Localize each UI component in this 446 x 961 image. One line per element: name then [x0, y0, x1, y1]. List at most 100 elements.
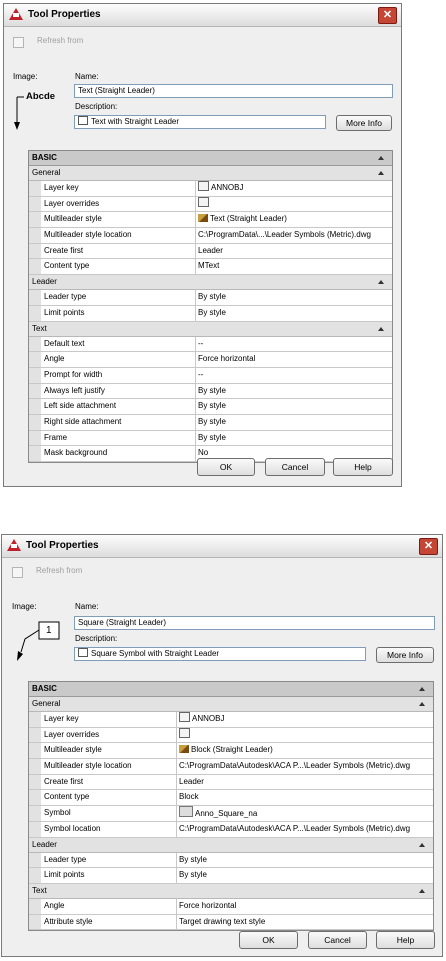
category-label: Text	[32, 323, 47, 333]
category-text[interactable]: Text	[29, 883, 433, 899]
property-value[interactable]: By style	[196, 415, 392, 430]
property-row[interactable]: Prompt for width --	[29, 367, 392, 384]
ok-button[interactable]: OK	[197, 458, 255, 476]
property-row[interactable]: Always left justify By style	[29, 383, 392, 400]
property-value[interactable]: By style	[196, 290, 392, 305]
close-icon[interactable]: ✕	[378, 7, 397, 24]
property-value[interactable]: By style	[177, 853, 433, 868]
property-value[interactable]: By style	[196, 399, 392, 414]
property-value[interactable]: By style	[196, 384, 392, 399]
property-value-text: MText	[198, 261, 220, 271]
property-row[interactable]: Symbol location C:\ProgramData\Autodesk\A…	[29, 821, 433, 838]
refresh-from-checkbox[interactable]	[12, 567, 23, 578]
property-value[interactable]: Anno_Square_na	[177, 806, 433, 821]
category-general[interactable]: General	[29, 166, 392, 181]
ok-button[interactable]: OK	[239, 931, 298, 949]
category-general[interactable]: General	[29, 697, 433, 712]
refresh-from-label: Refresh from	[37, 36, 84, 45]
collapse-icon[interactable]	[419, 702, 425, 706]
property-row[interactable]: Multileader style location C:\ProgramData…	[29, 759, 433, 775]
property-row[interactable]: Leader type By style	[29, 852, 433, 869]
property-row[interactable]: Layer overrides	[29, 727, 433, 744]
description-field[interactable]: Square Symbol with Straight Leader	[74, 647, 366, 661]
property-value[interactable]: Force horizontal	[196, 352, 392, 367]
image-preview[interactable]: Abcde	[12, 86, 68, 134]
property-row[interactable]: Angle Force horizontal	[29, 898, 433, 915]
property-value[interactable]: MText	[196, 259, 392, 274]
property-row[interactable]: Layer key ANNOBJ	[29, 712, 433, 728]
property-row[interactable]: Limit points By style	[29, 305, 392, 322]
property-row[interactable]: Symbol Anno_Square_na	[29, 806, 433, 822]
property-value[interactable]: --	[196, 368, 392, 383]
category-label: Text	[32, 885, 47, 895]
property-value[interactable]: Force horizontal	[177, 899, 433, 914]
close-icon[interactable]: ✕	[419, 538, 438, 555]
property-row[interactable]: Frame By style	[29, 430, 392, 447]
property-value[interactable]	[177, 727, 433, 743]
property-row[interactable]: Content type MText	[29, 259, 392, 276]
property-name: Angle	[41, 898, 177, 914]
collapse-icon[interactable]	[419, 888, 425, 893]
property-value[interactable]: Target drawing text style	[177, 915, 433, 930]
property-value[interactable]	[196, 196, 392, 212]
image-preview[interactable]: 1	[12, 617, 68, 667]
property-value[interactable]: C:\ProgramData\Autodesk\ACA P...\Leader …	[177, 822, 433, 837]
property-row[interactable]: Create first Leader	[29, 774, 433, 791]
block-icon	[179, 806, 193, 818]
property-value[interactable]: C:\ProgramData\...\Leader Symbols (Metri…	[196, 228, 392, 243]
collapse-icon[interactable]	[378, 156, 384, 160]
name-field[interactable]: Text (Straight Leader)	[74, 84, 393, 98]
property-row[interactable]: Leader type By style	[29, 290, 392, 306]
category-leader[interactable]: Leader	[29, 837, 433, 853]
property-row[interactable]: Multileader style Block (Straight Leader)	[29, 743, 433, 760]
property-row[interactable]: Attribute style Target drawing text style	[29, 914, 433, 931]
more-info-button[interactable]: More Info	[336, 115, 392, 131]
refresh-from-checkbox[interactable]	[13, 37, 24, 48]
property-name: Multileader style	[41, 212, 196, 228]
property-name: Layer key	[41, 712, 177, 727]
collapse-icon[interactable]	[378, 171, 384, 175]
help-button[interactable]: Help	[376, 931, 435, 949]
property-row[interactable]: Default text --	[29, 336, 392, 353]
property-value[interactable]: Text (Straight Leader)	[196, 212, 392, 227]
property-row[interactable]: Multileader style Text (Straight Leader)	[29, 212, 392, 229]
property-row[interactable]: Angle Force horizontal	[29, 352, 392, 368]
property-value[interactable]: By style	[196, 306, 392, 321]
more-info-button[interactable]: More Info	[376, 647, 434, 663]
property-row[interactable]: Layer overrides	[29, 196, 392, 213]
description-field[interactable]: Text with Straight Leader	[74, 115, 326, 129]
help-button[interactable]: Help	[333, 458, 393, 476]
property-row[interactable]: Multileader style location C:\ProgramData…	[29, 228, 392, 244]
title-bar[interactable]: Tool Properties ✕	[2, 535, 442, 558]
cancel-button[interactable]: Cancel	[308, 931, 367, 949]
property-value[interactable]: Leader	[177, 775, 433, 790]
cancel-button[interactable]: Cancel	[265, 458, 325, 476]
collapse-icon[interactable]	[378, 326, 384, 331]
collapse-icon[interactable]	[419, 842, 425, 847]
property-value[interactable]: ANNOBJ	[177, 712, 433, 727]
property-value[interactable]: C:\ProgramData\Autodesk\ACA P...\Leader …	[177, 759, 433, 774]
title-bar[interactable]: Tool Properties ✕	[4, 4, 401, 27]
property-row[interactable]: Left side attachment By style	[29, 399, 392, 415]
category-text[interactable]: Text	[29, 321, 392, 337]
property-row[interactable]: Content type Block	[29, 790, 433, 807]
name-field[interactable]: Square (Straight Leader)	[74, 616, 435, 630]
property-row[interactable]: Layer key ANNOBJ	[29, 181, 392, 197]
property-row[interactable]: Limit points By style	[29, 868, 433, 884]
basic-header[interactable]: BASIC	[29, 151, 392, 166]
property-value[interactable]: --	[196, 337, 392, 352]
property-row[interactable]: Create first Leader	[29, 243, 392, 260]
property-value[interactable]: Block (Straight Leader)	[177, 743, 433, 758]
collapse-icon[interactable]	[419, 687, 425, 691]
category-leader[interactable]: Leader	[29, 275, 392, 291]
property-value[interactable]: Leader	[196, 244, 392, 259]
row-gutter	[29, 446, 41, 461]
property-row[interactable]: Right side attachment By style	[29, 414, 392, 431]
collapse-icon[interactable]	[378, 280, 384, 285]
basic-header[interactable]: BASIC	[29, 682, 433, 697]
property-name: Symbol	[41, 806, 177, 821]
property-value[interactable]: ANNOBJ	[196, 181, 392, 196]
property-value[interactable]: By style	[177, 868, 433, 883]
property-value[interactable]: By style	[196, 431, 392, 446]
property-value[interactable]: Block	[177, 790, 433, 805]
